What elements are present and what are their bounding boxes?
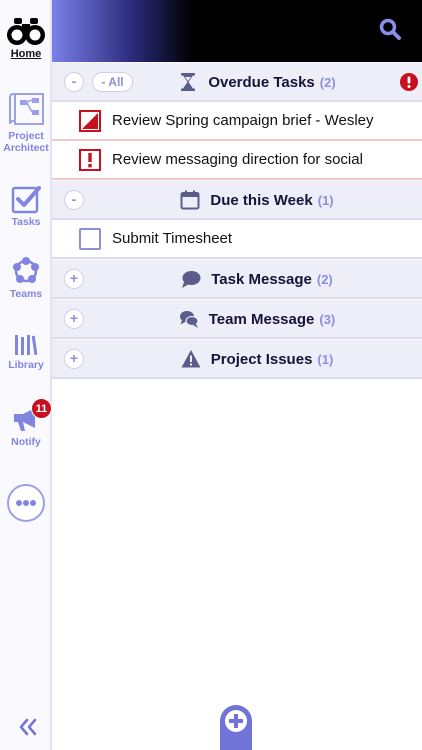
- section-name: Project Issues: [210, 350, 313, 368]
- empty-checkbox-icon[interactable]: [79, 228, 101, 250]
- expand-team-message-toggle[interactable]: +: [64, 309, 84, 329]
- section-count: (1): [317, 351, 334, 367]
- add-button[interactable]: [212, 701, 260, 750]
- nav-library[interactable]: Library: [0, 333, 52, 371]
- hourglass-icon: [181, 73, 196, 91]
- checkbox-checked-icon: [11, 186, 41, 214]
- nav-home[interactable]: Home: [0, 16, 52, 60]
- project-architect-icon: [9, 93, 44, 125]
- section-title: Team Message (3): [52, 300, 422, 338]
- exclamation-box-icon: [79, 149, 101, 171]
- calendar-icon: [180, 190, 200, 210]
- nav-notify-label: Notify: [11, 436, 41, 448]
- section-count: (1): [317, 192, 334, 208]
- task-title: Review Spring campaign brief - Wesley: [112, 112, 374, 129]
- sidebar: Home Project Architect Tasks Teams Libra…: [0, 0, 52, 750]
- teams-icon: [13, 257, 39, 283]
- nav-project-label-1: Project: [8, 130, 44, 142]
- nav-tasks-label: Tasks: [11, 216, 41, 228]
- section-overdue-tasks[interactable]: - - All Overdue Tasks (2): [52, 62, 422, 102]
- library-icon: [15, 335, 38, 356]
- collapse-sidebar-icon[interactable]: [18, 716, 38, 738]
- task-title: Submit Timesheet: [112, 230, 233, 247]
- warning-triangle-icon: [181, 350, 201, 368]
- expand-project-issues-toggle[interactable]: +: [64, 349, 84, 369]
- speech-bubble-icon: [182, 271, 201, 288]
- chat-bubbles-icon: [179, 311, 199, 328]
- section-project-issues[interactable]: + Project Issues (1): [52, 339, 422, 379]
- more-button[interactable]: [7, 484, 45, 522]
- section-task-message[interactable]: + Task Message (2): [52, 259, 422, 299]
- section-count: (2): [319, 74, 336, 90]
- section-title: Task Message (2): [52, 260, 422, 298]
- nav-tasks[interactable]: Tasks: [0, 184, 52, 228]
- search-icon[interactable]: [378, 17, 402, 41]
- section-title: Due this Week (1): [52, 181, 422, 219]
- section-count: (3): [319, 311, 336, 327]
- alert-icon: [400, 73, 418, 91]
- ellipsis-icon: [16, 500, 36, 506]
- task-row[interactable]: Review Spring campaign brief - Wesley: [52, 102, 422, 141]
- section-title: Project Issues (1): [52, 340, 422, 378]
- collapse-due-week-toggle[interactable]: -: [64, 190, 84, 210]
- expand-task-message-toggle[interactable]: +: [64, 269, 84, 289]
- section-team-message[interactable]: + Team Message (3): [52, 299, 422, 339]
- nav-project-label-2: Architect: [3, 142, 49, 154]
- section-name: Team Message: [208, 310, 315, 328]
- nav-teams-label: Teams: [9, 288, 43, 300]
- nav-notify[interactable]: 11 Notify: [0, 398, 52, 448]
- nav-home-label: Home: [10, 48, 42, 60]
- task-row[interactable]: Review messaging direction for social: [52, 141, 422, 180]
- nav-teams[interactable]: Teams: [0, 256, 52, 300]
- section-name: Overdue Tasks: [208, 73, 315, 91]
- section-count: (2): [316, 271, 333, 287]
- nav-project-architect[interactable]: Project Architect: [0, 90, 52, 154]
- top-header: [52, 0, 422, 62]
- nav-library-label: Library: [8, 359, 44, 371]
- task-list: - - All Overdue Tasks (2) Review Spring …: [52, 62, 422, 379]
- notify-badge: 11: [31, 398, 52, 419]
- collapse-all-button[interactable]: - All: [92, 72, 133, 92]
- task-title: Review messaging direction for social: [112, 151, 363, 168]
- task-row[interactable]: Submit Timesheet: [52, 220, 422, 259]
- section-name: Task Message: [211, 270, 312, 288]
- binoculars-icon: [7, 18, 45, 45]
- section-name: Due this Week: [210, 191, 313, 209]
- corner-flag-icon: [79, 110, 101, 132]
- collapse-overdue-toggle[interactable]: -: [64, 72, 84, 92]
- section-due-this-week[interactable]: - Due this Week (1): [52, 180, 422, 220]
